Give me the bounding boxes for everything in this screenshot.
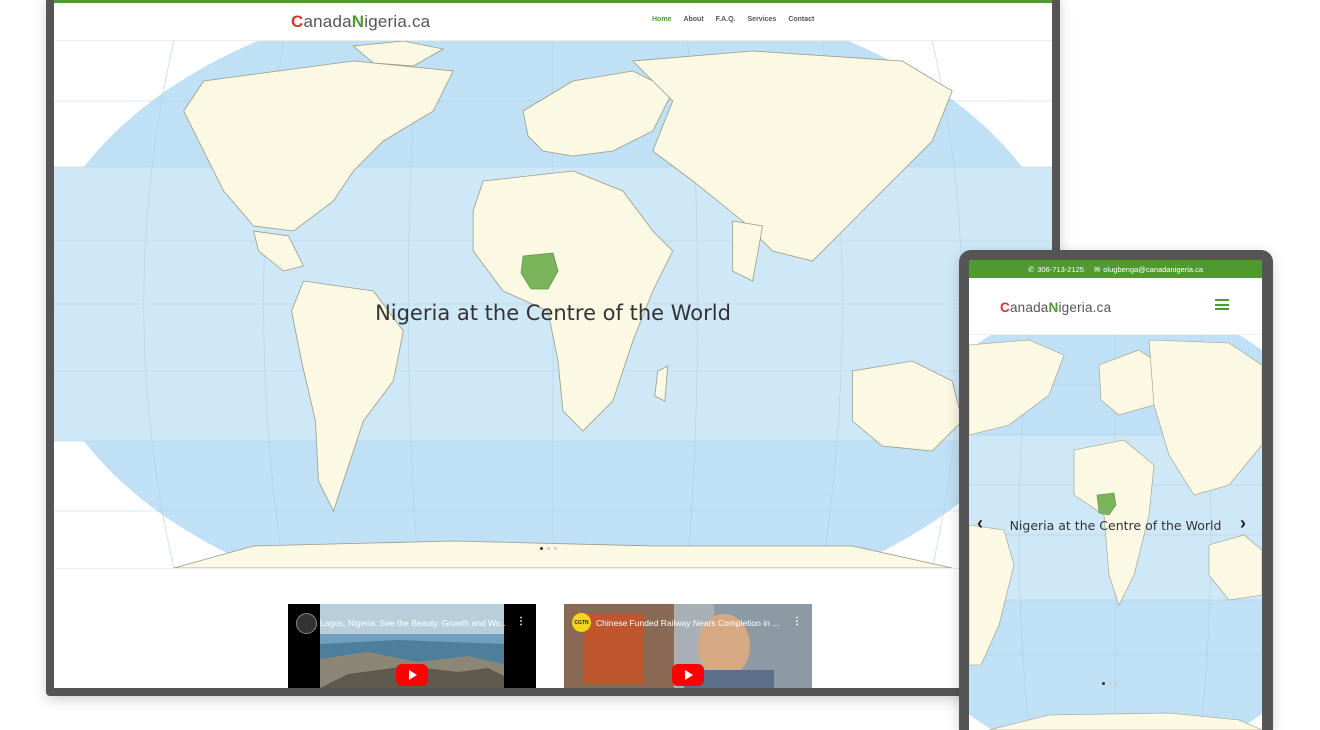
slider-dot-3[interactable] xyxy=(554,547,557,550)
nav-contact[interactable]: Contact xyxy=(788,16,814,23)
mobile-slider-dots xyxy=(1102,682,1119,685)
video-title-lagos[interactable]: Lagos, Nigeria: See the Beauty, Growth a… xyxy=(320,618,505,628)
site-header: CanadaNigeria.ca Home About F.A.Q. Servi… xyxy=(54,3,1052,41)
mobile-site-logo[interactable]: CanadaNigeria.ca xyxy=(1000,300,1111,315)
phone-link[interactable]: ✆ 306-713-2125 xyxy=(1028,265,1084,274)
slider-dots xyxy=(540,547,557,550)
nav-about[interactable]: About xyxy=(683,16,703,23)
youtube-play-icon[interactable] xyxy=(396,664,428,686)
mobile-screen: ✆ 306-713-2125 ✉ olugbenga@canadanigeria… xyxy=(969,260,1262,730)
cgtn-channel-avatar[interactable]: CGTN xyxy=(572,613,591,632)
mobile-mockup: ✆ 306-713-2125 ✉ olugbenga@canadanigeria… xyxy=(959,250,1273,730)
main-nav: Home About F.A.Q. Services Contact xyxy=(652,16,814,23)
mobile-hero-title: Nigeria at the Centre of the World xyxy=(1009,518,1222,534)
video-title-railway[interactable]: Chinese Funded Railway Nears Completion … xyxy=(596,618,781,628)
slider-dot-1[interactable] xyxy=(540,547,543,550)
site-logo[interactable]: CanadaNigeria.ca xyxy=(291,12,430,32)
desktop-mockup: CanadaNigeria.ca Home About F.A.Q. Servi… xyxy=(46,0,1060,696)
email-address: olugbenga@canadanigeria.ca xyxy=(1103,264,1204,274)
youtube-video-railway[interactable]: CGTN Chinese Funded Railway Nears Comple… xyxy=(564,604,812,688)
chevron-right-icon[interactable]: › xyxy=(1240,513,1246,534)
hero-title: Nigeria at the Centre of the World xyxy=(375,301,731,326)
slider-dot-3[interactable] xyxy=(1116,682,1119,685)
chevron-left-icon[interactable]: ‹ xyxy=(977,513,983,534)
youtube-play-icon[interactable] xyxy=(672,664,704,686)
youtube-video-lagos[interactable]: Lagos, Nigeria: See the Beauty, Growth a… xyxy=(288,604,536,688)
slider-dot-1[interactable] xyxy=(1102,682,1105,685)
hero-world-map: Nigeria at the Centre of the World xyxy=(54,41,1052,568)
slider-dot-2[interactable] xyxy=(547,547,550,550)
nav-home[interactable]: Home xyxy=(652,16,671,23)
slider-dot-2[interactable] xyxy=(1109,682,1112,685)
video-more-icon[interactable]: ⋮ xyxy=(516,616,526,627)
phone-icon: ✆ xyxy=(1027,264,1035,274)
nav-services[interactable]: Services xyxy=(748,16,777,23)
nav-faq[interactable]: F.A.Q. xyxy=(716,16,736,23)
mobile-header: CanadaNigeria.ca xyxy=(969,278,1262,335)
channel-avatar[interactable] xyxy=(296,613,317,634)
desktop-screen: CanadaNigeria.ca Home About F.A.Q. Servi… xyxy=(54,0,1052,688)
hamburger-menu-icon[interactable] xyxy=(1215,299,1229,310)
video-more-icon[interactable]: ⋮ xyxy=(792,616,802,627)
mobile-hero-world-map: Nigeria at the Centre of the World ‹ › xyxy=(969,335,1262,730)
mail-icon: ✉ xyxy=(1093,264,1101,274)
email-link[interactable]: ✉ olugbenga@canadanigeria.ca xyxy=(1094,265,1203,274)
phone-number: 306-713-2125 xyxy=(1037,264,1084,274)
section-divider xyxy=(54,568,1052,569)
mobile-contact-bar: ✆ 306-713-2125 ✉ olugbenga@canadanigeria… xyxy=(969,260,1262,278)
